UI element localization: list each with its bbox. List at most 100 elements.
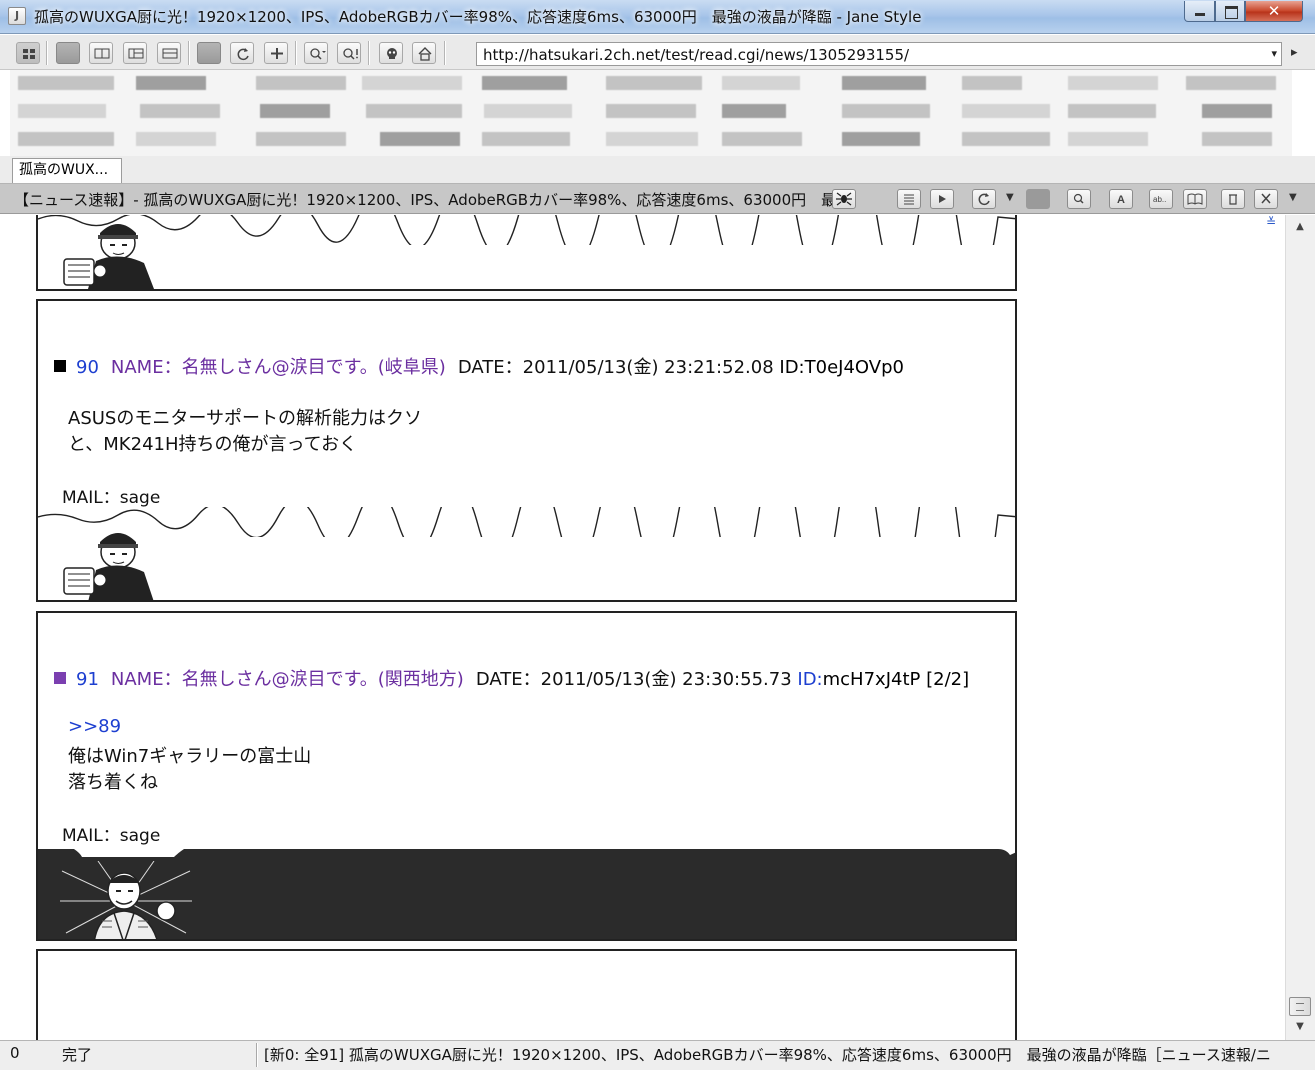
post-author[interactable]: NAME：名無しさん@涙目です。(岐阜県) (111, 357, 446, 378)
list-icon (904, 194, 914, 205)
blurred-link[interactable] (140, 104, 220, 118)
url-text[interactable]: http://hatsukari.2ch.net/test/read.cgi/n… (483, 46, 909, 64)
blurred-link[interactable] (606, 76, 702, 90)
jump-new-icon[interactable]: ≚ (1266, 215, 1276, 229)
thread-view[interactable]: 90 NAME：名無しさん@涙目です。(岐阜県) DATE：2011/05/13(金… (0, 215, 1285, 1040)
blurred-link[interactable] (1202, 104, 1272, 118)
blurred-link[interactable] (722, 132, 802, 146)
arrow-right-icon[interactable]: ▸ (1291, 45, 1298, 60)
window-title: 孤高のWUXGA厨に光！1920×1200、IPS、AdobeRGBカバー率98… (34, 8, 922, 26)
blank-button[interactable] (56, 42, 80, 64)
pane-button-2[interactable] (123, 42, 147, 64)
vertical-scrollbar[interactable]: ▲ ▼ (1285, 215, 1315, 1040)
book-button[interactable] (1183, 189, 1207, 209)
blurred-link[interactable] (962, 76, 1022, 90)
blurred-link[interactable] (260, 104, 330, 118)
blurred-link[interactable] (842, 132, 920, 146)
post-id[interactable]: T0eJ4OVp0 (805, 357, 904, 378)
minimize-button[interactable] (1184, 1, 1215, 22)
blurred-link[interactable] (962, 132, 1050, 146)
add-button[interactable] (264, 42, 288, 64)
url-bar[interactable]: http://hatsukari.2ch.net/test/read.cgi/n… (476, 42, 1282, 66)
search-button[interactable] (1067, 189, 1091, 209)
abbrev-button[interactable]: ab.. (1149, 189, 1173, 209)
blurred-link[interactable] (722, 76, 800, 90)
blurred-link[interactable] (136, 76, 206, 90)
close-thread-button[interactable] (1254, 189, 1278, 209)
title-bar[interactable]: J 孤高のWUXGA厨に光！1920×1200、IPS、AdobeRGBカバー率… (0, 0, 1315, 34)
blurred-link[interactable] (18, 76, 114, 90)
blurred-link[interactable] (136, 132, 216, 146)
maximize-button[interactable] (1215, 1, 1245, 22)
blurred-link[interactable] (482, 132, 570, 146)
blurred-link[interactable] (722, 104, 786, 118)
blurred-link[interactable] (482, 76, 567, 90)
app-icon[interactable]: J (8, 7, 26, 25)
blurred-link[interactable] (256, 76, 346, 90)
blurred-link[interactable] (18, 132, 114, 146)
reload-button[interactable] (230, 42, 254, 64)
post-date: DATE：2011/05/13(金) 23:21:52.08 (457, 357, 774, 378)
blurred-link[interactable] (362, 76, 462, 90)
post-body-line: 落ち着くね (68, 772, 158, 793)
blurred-link[interactable] (1202, 132, 1272, 146)
blurred-link[interactable] (1068, 76, 1158, 90)
blank-button[interactable] (1026, 189, 1050, 209)
chevron-down-icon[interactable]: ▾ (1271, 47, 1277, 60)
search-ex-button[interactable] (337, 42, 361, 64)
post-number[interactable]: 91 (76, 669, 99, 690)
manga-character-image (60, 861, 192, 939)
favorites-link-bar (10, 70, 1292, 156)
close-icon: ✕ (1267, 2, 1281, 20)
blurred-link[interactable] (484, 104, 572, 118)
play-button[interactable] (930, 189, 954, 209)
post-mail: MAIL：sage (62, 826, 161, 846)
blurred-link[interactable] (606, 132, 698, 146)
search-menu-button[interactable] (304, 42, 328, 64)
blurred-link[interactable] (18, 104, 106, 118)
blurred-link[interactable] (256, 132, 346, 146)
scroll-up-arrow-icon[interactable]: ▲ (1288, 217, 1312, 237)
spider-button[interactable] (832, 189, 856, 209)
blurred-link[interactable] (842, 76, 926, 90)
pane-icon (128, 48, 144, 59)
blurred-link[interactable] (380, 132, 460, 146)
dropdown-icon[interactable]: ▼ (1006, 192, 1014, 203)
font-button[interactable]: A (1109, 189, 1133, 209)
post-frame-next (36, 949, 1017, 1040)
list-button[interactable] (897, 189, 921, 209)
status-separator (256, 1043, 258, 1067)
close-window-button[interactable]: ✕ (1245, 1, 1303, 22)
blank-button-2[interactable] (197, 42, 221, 64)
post-number[interactable]: 90 (76, 357, 99, 378)
blurred-link[interactable] (842, 104, 930, 118)
trash-button[interactable] (1221, 189, 1245, 209)
skull-button[interactable] (379, 42, 403, 64)
pane-button-3[interactable] (157, 42, 181, 64)
blurred-link[interactable] (1068, 132, 1148, 146)
scroll-down-arrow-icon[interactable]: ▼ (1288, 1017, 1312, 1037)
manga-character-image (63, 533, 154, 600)
post-author[interactable]: NAME：名無しさん@涙目です。(関西地方) (111, 669, 464, 690)
home-button[interactable] (412, 42, 436, 64)
view-toggle-button[interactable] (16, 42, 40, 64)
post-id[interactable]: mcH7xJ4tP [2/2] (823, 669, 969, 690)
post-bullet-icon (54, 360, 66, 372)
toolbar-separator (46, 41, 48, 65)
menu-icon[interactable]: ▼ (1289, 192, 1297, 203)
blurred-link[interactable] (962, 104, 1050, 118)
tab-thread[interactable]: 孤高のWUX... (12, 158, 122, 183)
blurred-link[interactable] (606, 104, 696, 118)
post-id-label[interactable]: ID: (797, 669, 822, 690)
blurred-link[interactable] (366, 104, 462, 118)
blurred-link[interactable] (1186, 76, 1276, 90)
trash-icon (1229, 194, 1237, 205)
blurred-link[interactable] (1068, 104, 1156, 118)
scrollbar-thumb[interactable] (1289, 997, 1311, 1016)
svg-text:ab..: ab.. (1153, 195, 1166, 204)
svg-text:A: A (1117, 194, 1125, 206)
reload-button[interactable] (972, 189, 996, 209)
main-toolbar: http://hatsukari.2ch.net/test/read.cgi/n… (0, 35, 1315, 70)
reply-anchor-link[interactable]: >>89 (68, 716, 121, 737)
pane-button[interactable] (89, 42, 113, 64)
